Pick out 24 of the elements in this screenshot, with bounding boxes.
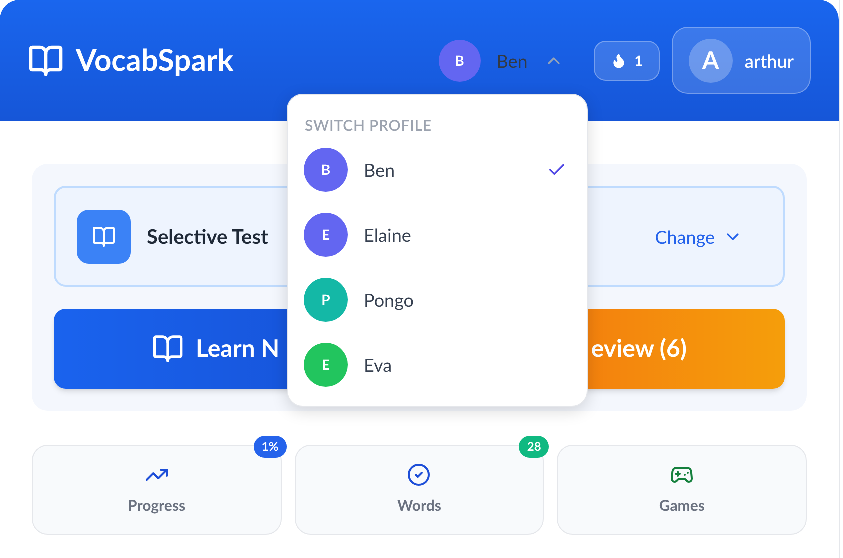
- profile-name: Elaine: [364, 222, 412, 248]
- profile-avatar: B: [438, 40, 481, 82]
- course-title: Selective Test: [147, 224, 268, 250]
- profile-option[interactable]: E Elaine: [304, 212, 571, 256]
- profile-avatar: P: [304, 278, 348, 322]
- user-avatar: A: [688, 38, 733, 82]
- count-badge: 28: [519, 436, 550, 458]
- profile-switcher[interactable]: B Ben: [438, 40, 564, 82]
- course-icon: [77, 210, 131, 264]
- check-circle-icon: [407, 462, 432, 487]
- user-menu-button[interactable]: A arthur: [672, 27, 811, 94]
- menu-heading: SWITCH PROFILE: [304, 116, 433, 137]
- profile-avatar: E: [304, 212, 348, 256]
- profile-name: Ben: [364, 158, 396, 182]
- brand-name: VocabSpark: [76, 41, 234, 80]
- flame-icon: [610, 52, 627, 68]
- book-icon: [152, 333, 184, 365]
- change-button[interactable]: Change: [655, 222, 743, 250]
- nav-tile[interactable]: Games: [557, 445, 807, 535]
- profile-avatar: B: [304, 148, 348, 192]
- count-badge: 1%: [254, 436, 287, 458]
- streak-button[interactable]: 1: [594, 40, 660, 80]
- profile-avatar: E: [304, 342, 348, 386]
- profile-name: Eva: [364, 352, 392, 378]
